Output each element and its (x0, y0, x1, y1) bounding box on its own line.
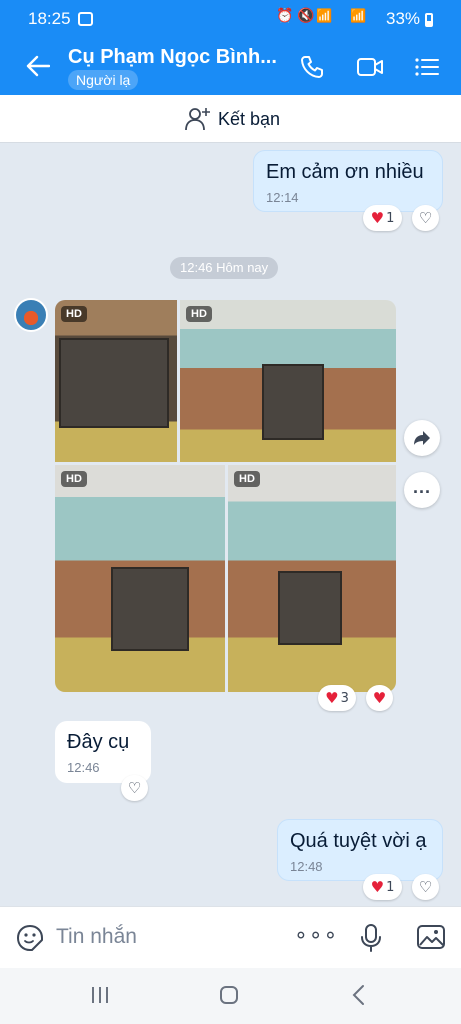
battery-percent: 33% (386, 9, 421, 28)
message-text: Đây cụ (67, 731, 130, 753)
appliance-shape (278, 571, 342, 645)
alarm-icon: ⏰ (276, 8, 294, 24)
hd-badge: HD (234, 471, 260, 487)
avatar[interactable] (14, 298, 48, 332)
message-composer: Tin nhắn ∘∘∘ (0, 906, 461, 968)
heart-reaction-icon: ♥ (325, 688, 339, 707)
add-friend-icon (185, 108, 210, 131)
heart-reaction-icon: ♥ (370, 208, 385, 227)
recent-apps-icon[interactable] (90, 986, 110, 1004)
hd-badge: HD (61, 471, 87, 487)
add-friend-label: Kết bạn (218, 109, 281, 129)
contact-name[interactable]: Cụ Phạm Ngọc Bình... (68, 46, 277, 69)
reaction-count: 1 (386, 210, 395, 226)
video-call-icon[interactable] (356, 56, 384, 78)
image-album: HD HD HD HD (55, 300, 396, 692)
reaction-count: 1 (386, 879, 395, 895)
appliance-shape (59, 338, 169, 428)
message-time: 12:46 (67, 760, 100, 775)
battery-icon (425, 13, 433, 27)
message-bubble-sent[interactable]: Em cảm ơn nhiều 12:14 (253, 150, 443, 212)
mute-icon: 🔇 (297, 8, 315, 24)
heart-reaction-icon: ♥ (370, 877, 385, 896)
message-bubble-sent[interactable]: Quá tuyệt vời ạ 12:48 (277, 819, 443, 881)
heart-filled-icon: ♥ (372, 688, 387, 707)
microphone-icon[interactable] (360, 923, 382, 953)
back-arrow-icon[interactable] (26, 55, 50, 77)
like-heart-button[interactable]: ♡ (121, 775, 148, 801)
back-nav-icon[interactable] (351, 984, 365, 1006)
chat-header: Cụ Phạm Ngọc Bình... Người lạ (0, 38, 461, 95)
more-dots-icon: ... (412, 477, 431, 497)
like-heart-button[interactable]: ♡ (412, 205, 439, 231)
reaction-count: 3 (340, 690, 349, 706)
appliance-shape (262, 364, 324, 440)
heart-outline-icon: ♡ (127, 779, 142, 797)
add-friend-bar[interactable]: Kết bạn (0, 95, 461, 143)
status-bar: 18:25 ⏰ 🔇 📶 📶 33% (0, 0, 461, 38)
like-heart-button[interactable]: ♥ (366, 685, 393, 711)
hd-badge: HD (186, 306, 212, 322)
message-bubble-received[interactable]: Đây cụ 12:46 (55, 721, 151, 783)
message-text: Quá tuyệt vời ạ (290, 830, 427, 852)
message-time: 12:48 (290, 859, 323, 874)
share-button[interactable] (404, 420, 440, 456)
more-actions-icon[interactable]: ∘∘∘ (294, 923, 338, 948)
image-picker-icon[interactable] (416, 924, 446, 950)
photo-3[interactable]: HD (55, 465, 225, 692)
sticker-icon[interactable] (16, 924, 44, 952)
photo-4[interactable]: HD (228, 465, 396, 692)
stranger-badge: Người lạ (68, 70, 139, 90)
message-text: Em cảm ơn nhiều (266, 161, 424, 183)
date-divider: 12:46 Hôm nay (170, 257, 279, 279)
appliance-shape (111, 567, 189, 651)
message-input[interactable]: Tin nhắn (56, 925, 137, 949)
heart-outline-icon: ♡ (418, 878, 433, 896)
wifi-call-icon: 📶 (316, 9, 333, 24)
hd-badge: HD (61, 306, 87, 322)
status-time: 18:25 (28, 9, 71, 28)
signal-icon: 📶 (350, 9, 367, 24)
phone-icon[interactable] (300, 55, 324, 79)
reaction-summary[interactable]: ♥ 1 (363, 874, 402, 900)
reaction-summary[interactable]: ♥ 1 (363, 205, 402, 231)
reaction-summary[interactable]: ♥ 3 (318, 685, 356, 711)
photo-1[interactable]: HD (55, 300, 177, 462)
forward-icon (414, 431, 430, 445)
home-icon[interactable] (219, 985, 239, 1005)
like-heart-button[interactable]: ♡ (412, 874, 439, 900)
heart-outline-icon: ♡ (418, 209, 433, 227)
gallery-notification-icon (78, 12, 93, 26)
system-nav-bar (0, 968, 461, 1024)
photo-2[interactable]: HD (180, 300, 396, 462)
more-options-button[interactable]: ... (404, 472, 440, 508)
message-time: 12:14 (266, 190, 299, 205)
menu-icon[interactable] (414, 56, 440, 78)
